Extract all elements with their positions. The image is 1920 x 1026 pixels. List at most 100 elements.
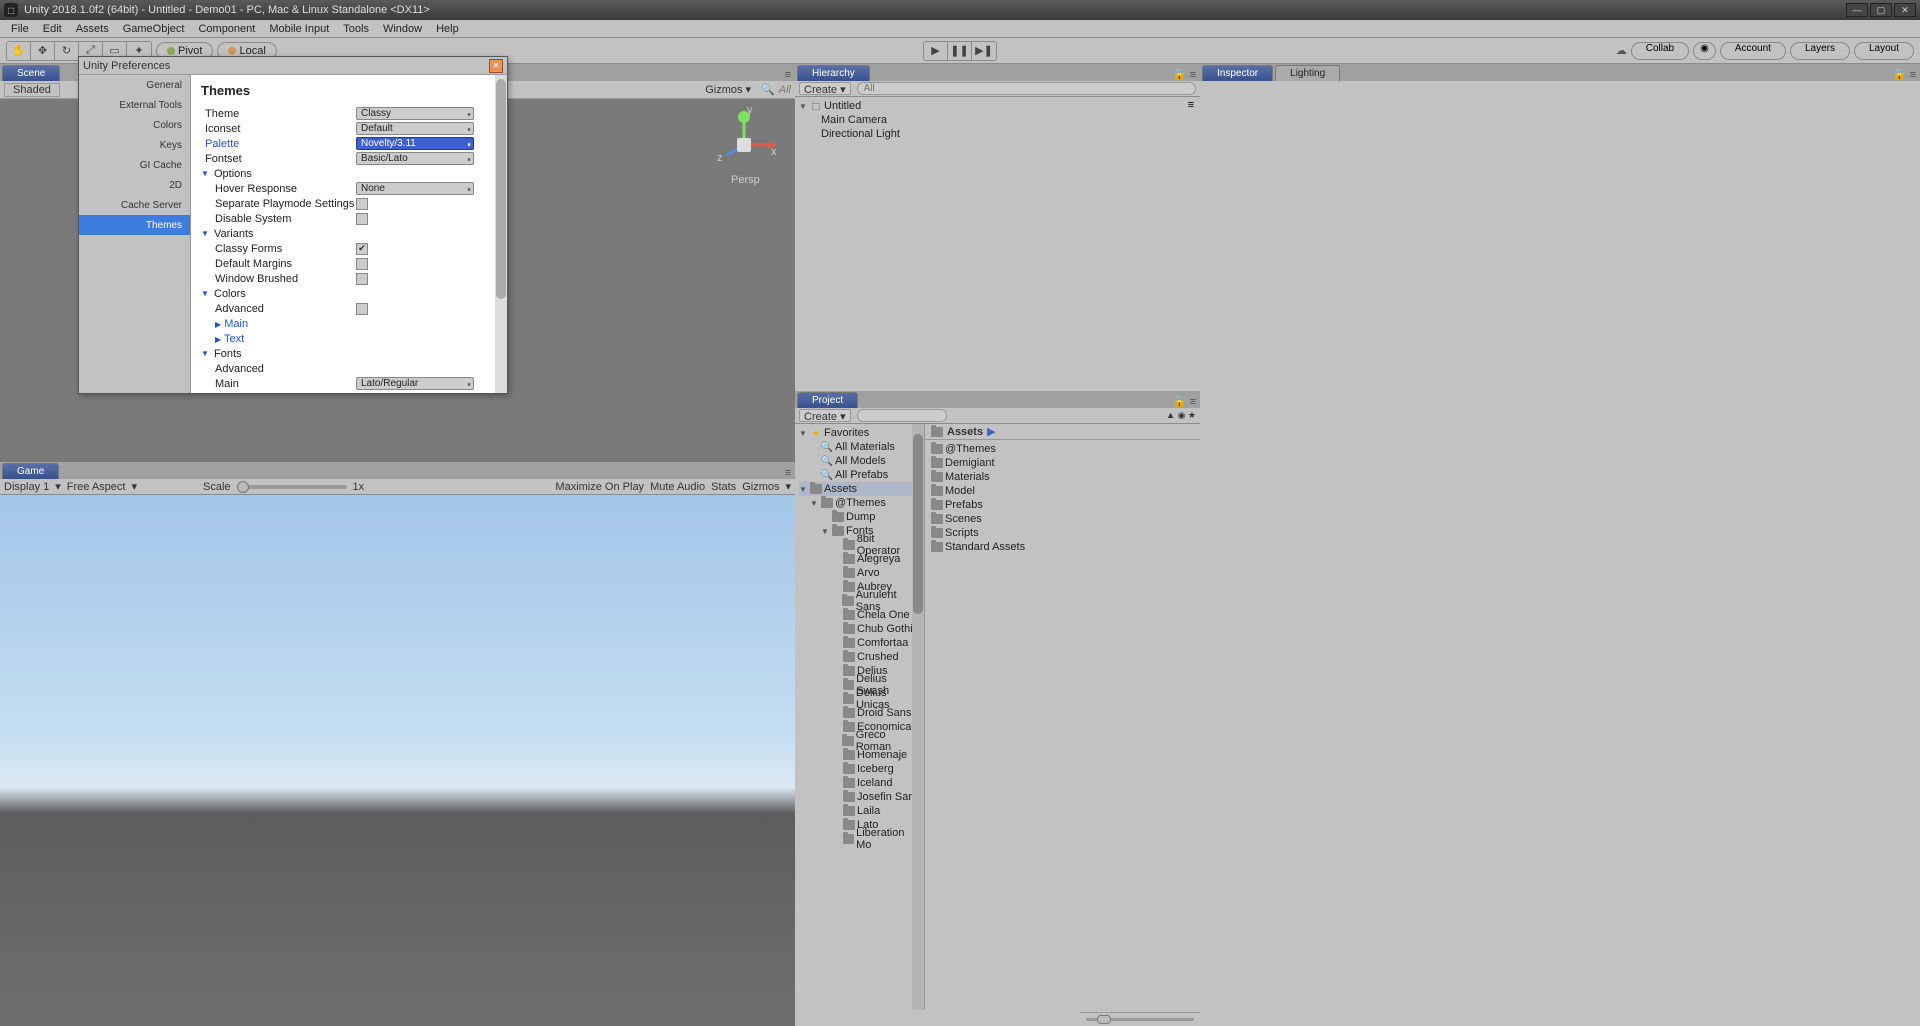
aspect-dropdown[interactable]: Free Aspect [67,481,126,493]
prefs-cat-colors[interactable]: Colors [79,115,190,135]
project-tree-row[interactable]: Aurulent Sans [799,594,920,608]
project-create[interactable]: Create ▾ [799,409,851,422]
menu-mobile-input[interactable]: Mobile Input [262,23,336,35]
project-tree-row[interactable]: Arvo [799,566,920,580]
margins-checkbox[interactable] [356,258,368,270]
layout-dropdown[interactable]: Layout [1854,42,1914,60]
move-tool[interactable]: ✥ [31,42,55,60]
step-button[interactable]: ▶❚ [972,42,996,60]
mute-toggle[interactable]: Mute Audio [650,481,705,493]
menu-component[interactable]: Component [191,23,262,35]
tab-inspector[interactable]: Inspector [1202,65,1273,81]
panel-menu-icon[interactable]: ≡ [1190,69,1196,81]
lock-icon[interactable]: 🔒 [1173,395,1187,408]
close-button[interactable]: ✕ [1894,3,1916,17]
asset-item[interactable]: Materials [931,470,1194,484]
disable-checkbox[interactable] [356,213,368,225]
project-tree-row[interactable]: Chub Gothic [799,622,920,636]
hierarchy-scene-row[interactable]: ▼⬚ Untitled [799,99,1196,113]
panel-menu-icon[interactable]: ≡ [1190,396,1196,408]
project-tree-row[interactable]: Crushed [799,650,920,664]
lock-icon[interactable]: 🔒 [1173,68,1187,81]
menu-assets[interactable]: Assets [69,23,116,35]
panel-menu-icon[interactable]: ≡ [785,467,791,479]
iconset-dropdown[interactable]: Default [356,122,474,135]
shading-mode[interactable]: Shaded [4,83,60,97]
project-tree-row[interactable]: 🔍All Models [799,454,920,468]
project-tree-row[interactable]: Iceland [799,776,920,790]
project-tree-row[interactable]: Greco Roman [799,734,920,748]
hover-dropdown[interactable]: None [356,182,474,195]
colors-advanced-checkbox[interactable] [356,303,368,315]
theme-dropdown[interactable]: Classy [356,107,474,120]
layers-dropdown[interactable]: Layers [1790,42,1850,60]
prefs-cat-themes[interactable]: Themes [79,215,190,235]
font-main-dropdown[interactable]: Lato/Regular [356,377,474,390]
project-tree-row[interactable]: Iceberg [799,762,920,776]
tab-lighting[interactable]: Lighting [1275,65,1340,81]
scale-slider[interactable] [237,485,347,489]
prefs-cat-external[interactable]: External Tools [79,95,190,115]
rotate-tool[interactable]: ↻ [55,42,79,60]
prefs-cat-general[interactable]: General [79,75,190,95]
prefs-close-button[interactable]: ✕ [489,59,503,73]
hierarchy-item[interactable]: Main Camera [799,113,1196,127]
maximize-toggle[interactable]: Maximize On Play [555,481,644,493]
project-zoom-slider[interactable] [1080,1012,1200,1026]
menu-gameobject[interactable]: GameObject [116,23,192,35]
prefs-scrollbar[interactable] [495,75,507,393]
scene-search[interactable]: All [779,84,791,96]
project-tree-row[interactable]: ▼ @Themes [799,496,920,510]
prefs-cat-keys[interactable]: Keys [79,135,190,155]
project-tree-row[interactable]: Dump [799,510,920,524]
play-button[interactable]: ▶ [924,42,948,60]
stats-toggle[interactable]: Stats [711,481,736,493]
menu-file[interactable]: File [4,23,36,35]
project-tree-row[interactable]: Homenaje [799,748,920,762]
menu-tools[interactable]: Tools [336,23,376,35]
project-tree-row[interactable]: Laila [799,804,920,818]
asset-item[interactable]: Prefabs [931,498,1194,512]
hand-tool[interactable]: ✋ [7,42,31,60]
hierarchy-body[interactable]: ▼⬚ Untitled Main Camera Directional Ligh… [795,97,1200,391]
project-tree-row[interactable]: 🔍All Materials [799,440,920,454]
project-tree-row[interactable]: Droid Sans [799,706,920,720]
project-tree-row[interactable]: Chela One [799,608,920,622]
scrollbar[interactable] [912,424,924,1010]
project-tree-row[interactable]: ▼★Favorites [799,426,920,440]
tab-scene[interactable]: Scene [2,65,60,81]
project-assets[interactable]: Assets ▶ @Themes Demigiant Materials Mod… [925,424,1200,1010]
project-search[interactable] [857,409,947,422]
account-dropdown[interactable]: Account [1720,42,1786,60]
hierarchy-item[interactable]: Directional Light [799,127,1196,141]
scene-gizmos-toggle[interactable]: Gizmos ▾ [705,83,751,96]
tab-game[interactable]: Game [2,463,59,479]
lock-icon[interactable]: 🔒 [1893,68,1907,81]
menu-edit[interactable]: Edit [36,23,69,35]
services-button[interactable]: ◉ [1693,42,1716,60]
game-gizmos-toggle[interactable]: Gizmos [742,481,779,493]
project-tree-row[interactable]: Josefin Sans [799,790,920,804]
orientation-gizmo[interactable]: y x z Persp [709,105,779,195]
minimize-button[interactable]: — [1846,3,1868,17]
asset-item[interactable]: Standard Assets [931,540,1194,554]
asset-item[interactable]: Demigiant [931,456,1194,470]
hierarchy-create[interactable]: Create ▾ [799,82,851,95]
prefs-cat-2d[interactable]: 2D [79,175,190,195]
project-tree-row[interactable]: ▼ Assets [799,482,920,496]
asset-item[interactable]: @Themes [931,442,1194,456]
asset-item[interactable]: Scripts [931,526,1194,540]
project-tree-row[interactable]: 🔍All Prefabs [799,468,920,482]
display-dropdown[interactable]: Display 1 [4,481,49,493]
palette-dropdown[interactable]: Novelty/3.11 [356,137,474,150]
project-tree-row[interactable]: Comfortaa [799,636,920,650]
hierarchy-search[interactable] [857,82,1196,95]
pause-button[interactable]: ❚❚ [948,42,972,60]
project-tree-row[interactable]: 8bit Operator [799,538,920,552]
project-tree-row[interactable]: Liberation Mo [799,832,920,846]
collab-dropdown[interactable]: Collab [1631,42,1689,60]
prefs-titlebar[interactable]: Unity Preferences ✕ [79,57,507,75]
classy-checkbox[interactable]: ✔ [356,243,368,255]
panel-menu-icon[interactable]: ≡ [1910,69,1916,81]
project-tree[interactable]: ▼★Favorites🔍All Materials🔍All Models🔍All… [795,424,925,1010]
